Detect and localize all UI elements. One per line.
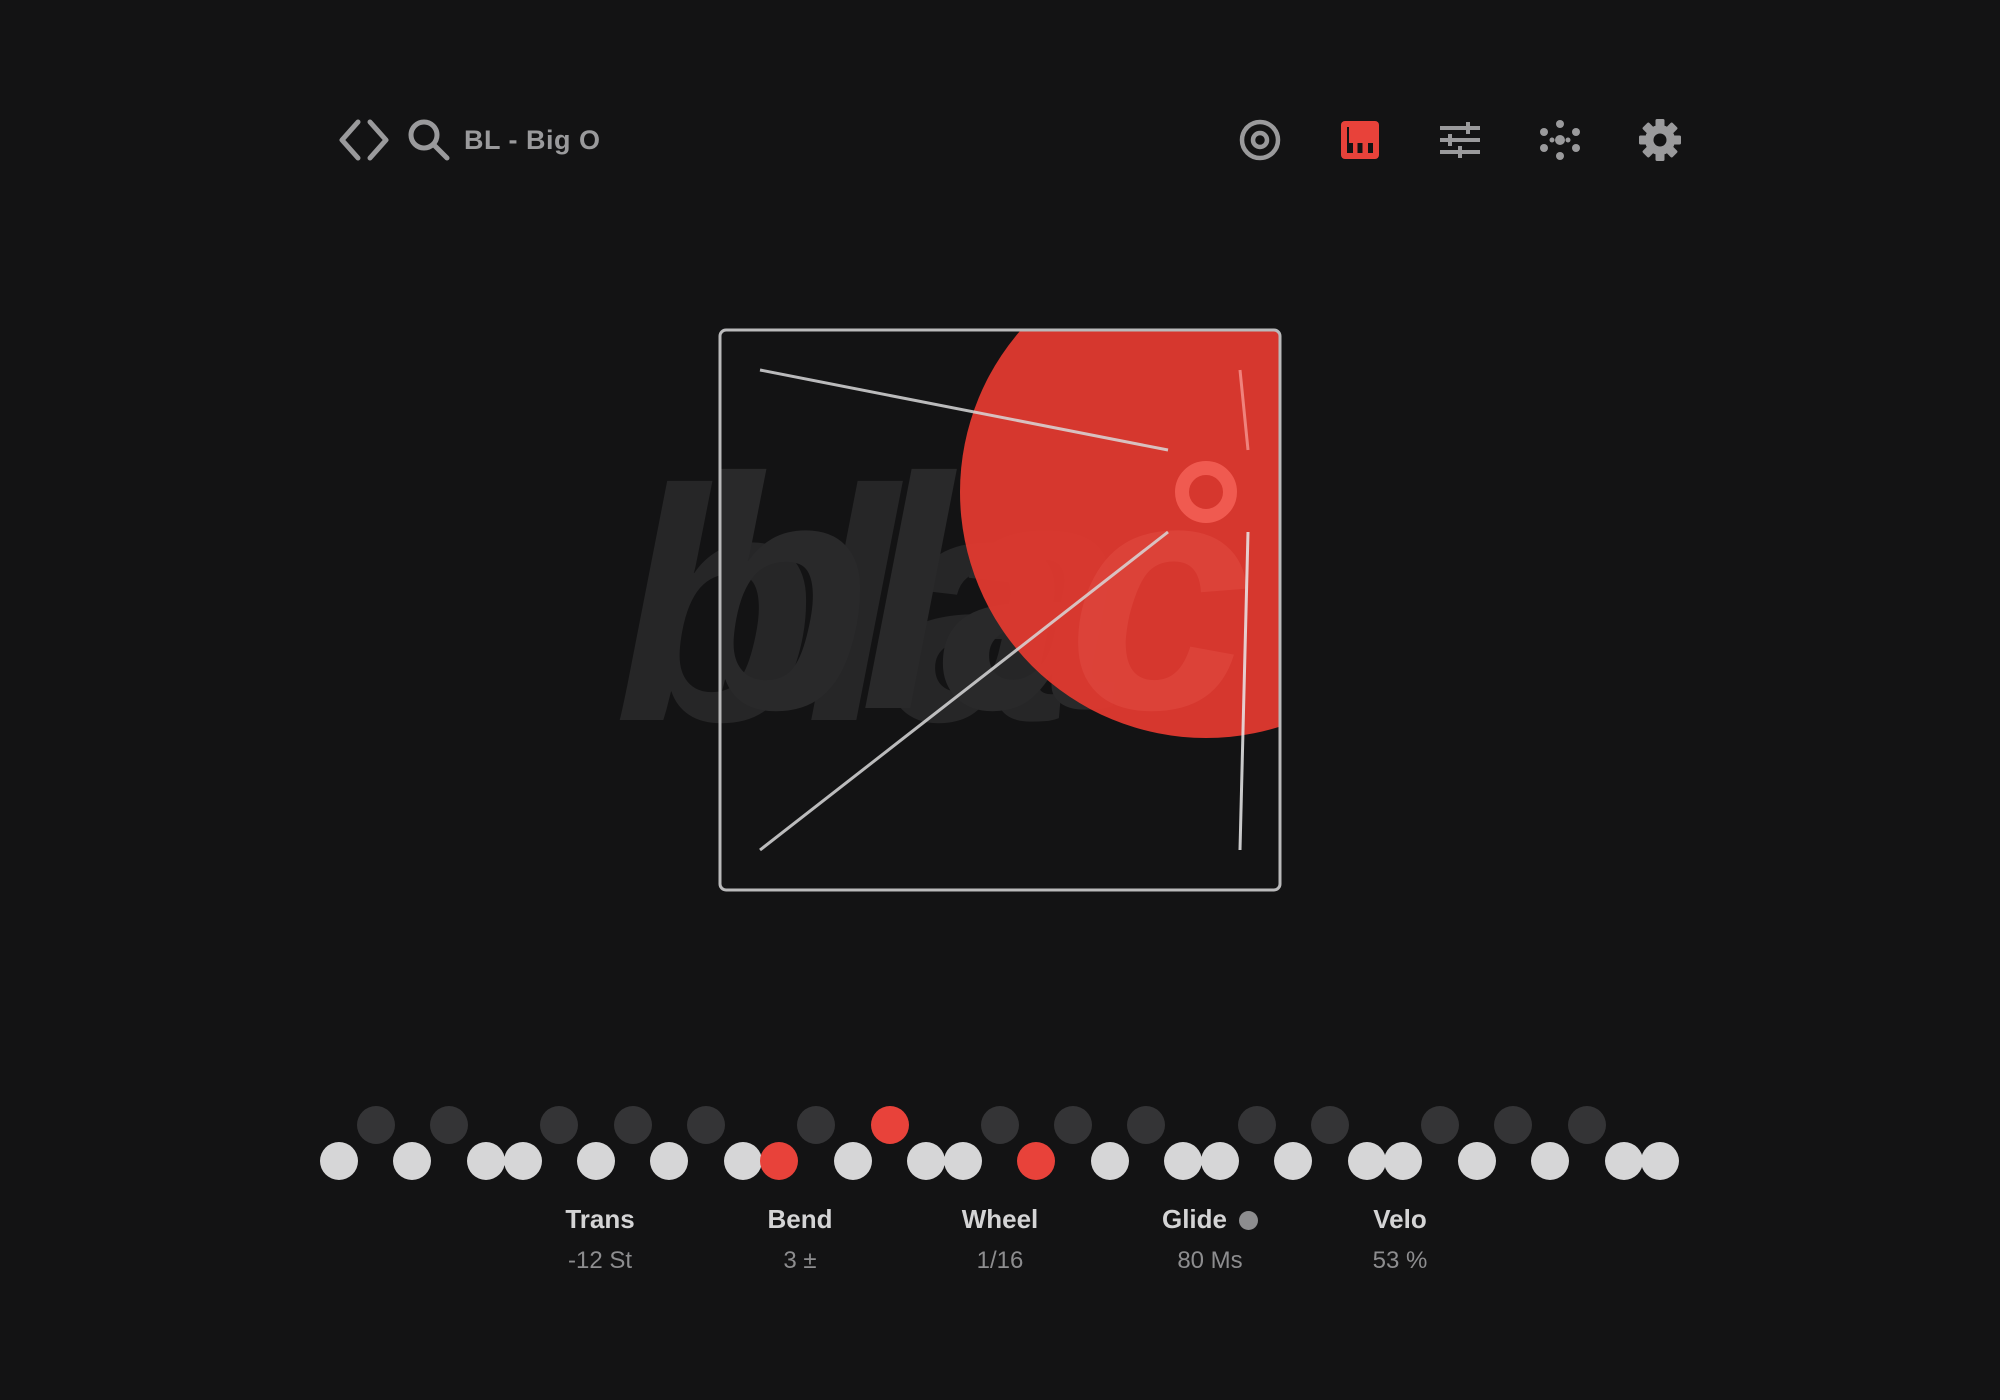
black-key[interactable]	[1311, 1106, 1349, 1144]
param-velo[interactable]: Velo 53 %	[1320, 1204, 1480, 1275]
param-value: 1/16	[976, 1247, 1024, 1274]
white-key[interactable]	[1348, 1142, 1386, 1180]
black-key[interactable]	[540, 1106, 578, 1144]
white-key[interactable]	[907, 1142, 945, 1180]
sliders-icon[interactable]	[1432, 112, 1488, 168]
white-key-active[interactable]	[760, 1142, 798, 1180]
black-key[interactable]	[430, 1106, 468, 1144]
white-key[interactable]	[1091, 1142, 1129, 1180]
white-key[interactable]	[1605, 1142, 1643, 1180]
black-key[interactable]	[1054, 1106, 1092, 1144]
preset-bar: BL - Big O	[336, 112, 601, 168]
xy-pad[interactable]: bla c	[718, 328, 1282, 892]
white-key[interactable]	[1641, 1142, 1679, 1180]
parameter-row: Trans -12 St Bend 3 ± Wheel 1/16 Glide 8…	[0, 1204, 2000, 1294]
preset-name[interactable]: BL - Big O	[464, 125, 601, 156]
white-key[interactable]	[504, 1142, 542, 1180]
white-key[interactable]	[1531, 1142, 1569, 1180]
white-key[interactable]	[393, 1142, 431, 1180]
param-wheel[interactable]: Wheel 1/16	[920, 1204, 1080, 1275]
param-value: 53 %	[1372, 1247, 1428, 1274]
white-key[interactable]	[944, 1142, 982, 1180]
dot-grid-icon[interactable]	[1532, 112, 1588, 168]
white-key[interactable]	[650, 1142, 688, 1180]
black-key[interactable]	[1421, 1106, 1459, 1144]
black-key[interactable]	[357, 1106, 395, 1144]
white-key[interactable]	[1274, 1142, 1312, 1180]
param-label: Trans	[565, 1204, 635, 1234]
param-value: 80 Ms	[1177, 1247, 1243, 1274]
white-key[interactable]	[1201, 1142, 1239, 1180]
svg-text:c: c	[1068, 409, 1248, 778]
white-key[interactable]	[1458, 1142, 1496, 1180]
white-key[interactable]	[1384, 1142, 1422, 1180]
white-key-active[interactable]	[1017, 1142, 1055, 1180]
param-value: -12 St	[567, 1247, 633, 1274]
piano-keyboard-icon[interactable]	[1332, 112, 1388, 168]
param-label: Wheel	[961, 1204, 1039, 1234]
white-key[interactable]	[467, 1142, 505, 1180]
black-key[interactable]	[981, 1106, 1019, 1144]
param-value: 3 ±	[783, 1247, 817, 1274]
param-label: Velo	[1373, 1204, 1427, 1234]
black-key[interactable]	[797, 1106, 835, 1144]
black-key-active[interactable]	[871, 1106, 909, 1144]
param-label: Glide	[1161, 1204, 1227, 1234]
gear-icon[interactable]	[1632, 112, 1688, 168]
param-bend[interactable]: Bend 3 ±	[720, 1204, 880, 1275]
param-glide[interactable]: Glide 80 Ms	[1110, 1204, 1310, 1275]
code-brackets-icon[interactable]	[336, 112, 392, 168]
black-key[interactable]	[687, 1106, 725, 1144]
black-key[interactable]	[614, 1106, 652, 1144]
target-icon[interactable]	[1232, 112, 1288, 168]
white-key[interactable]	[834, 1142, 872, 1180]
black-key[interactable]	[1127, 1106, 1165, 1144]
param-label: Bend	[767, 1204, 833, 1234]
keyboard	[320, 1090, 1680, 1180]
white-key[interactable]	[577, 1142, 615, 1180]
search-icon[interactable]	[406, 117, 452, 163]
view-switcher	[1232, 112, 1692, 168]
glide-toggle[interactable]	[1239, 1211, 1258, 1230]
black-key[interactable]	[1568, 1106, 1606, 1144]
param-trans[interactable]: Trans -12 St	[520, 1204, 680, 1275]
xy-pad-canvas[interactable]: bla c	[718, 328, 1282, 892]
black-key[interactable]	[1494, 1106, 1532, 1144]
white-key[interactable]	[1164, 1142, 1202, 1180]
black-key[interactable]	[1238, 1106, 1276, 1144]
white-key[interactable]	[320, 1142, 358, 1180]
white-key[interactable]	[724, 1142, 762, 1180]
